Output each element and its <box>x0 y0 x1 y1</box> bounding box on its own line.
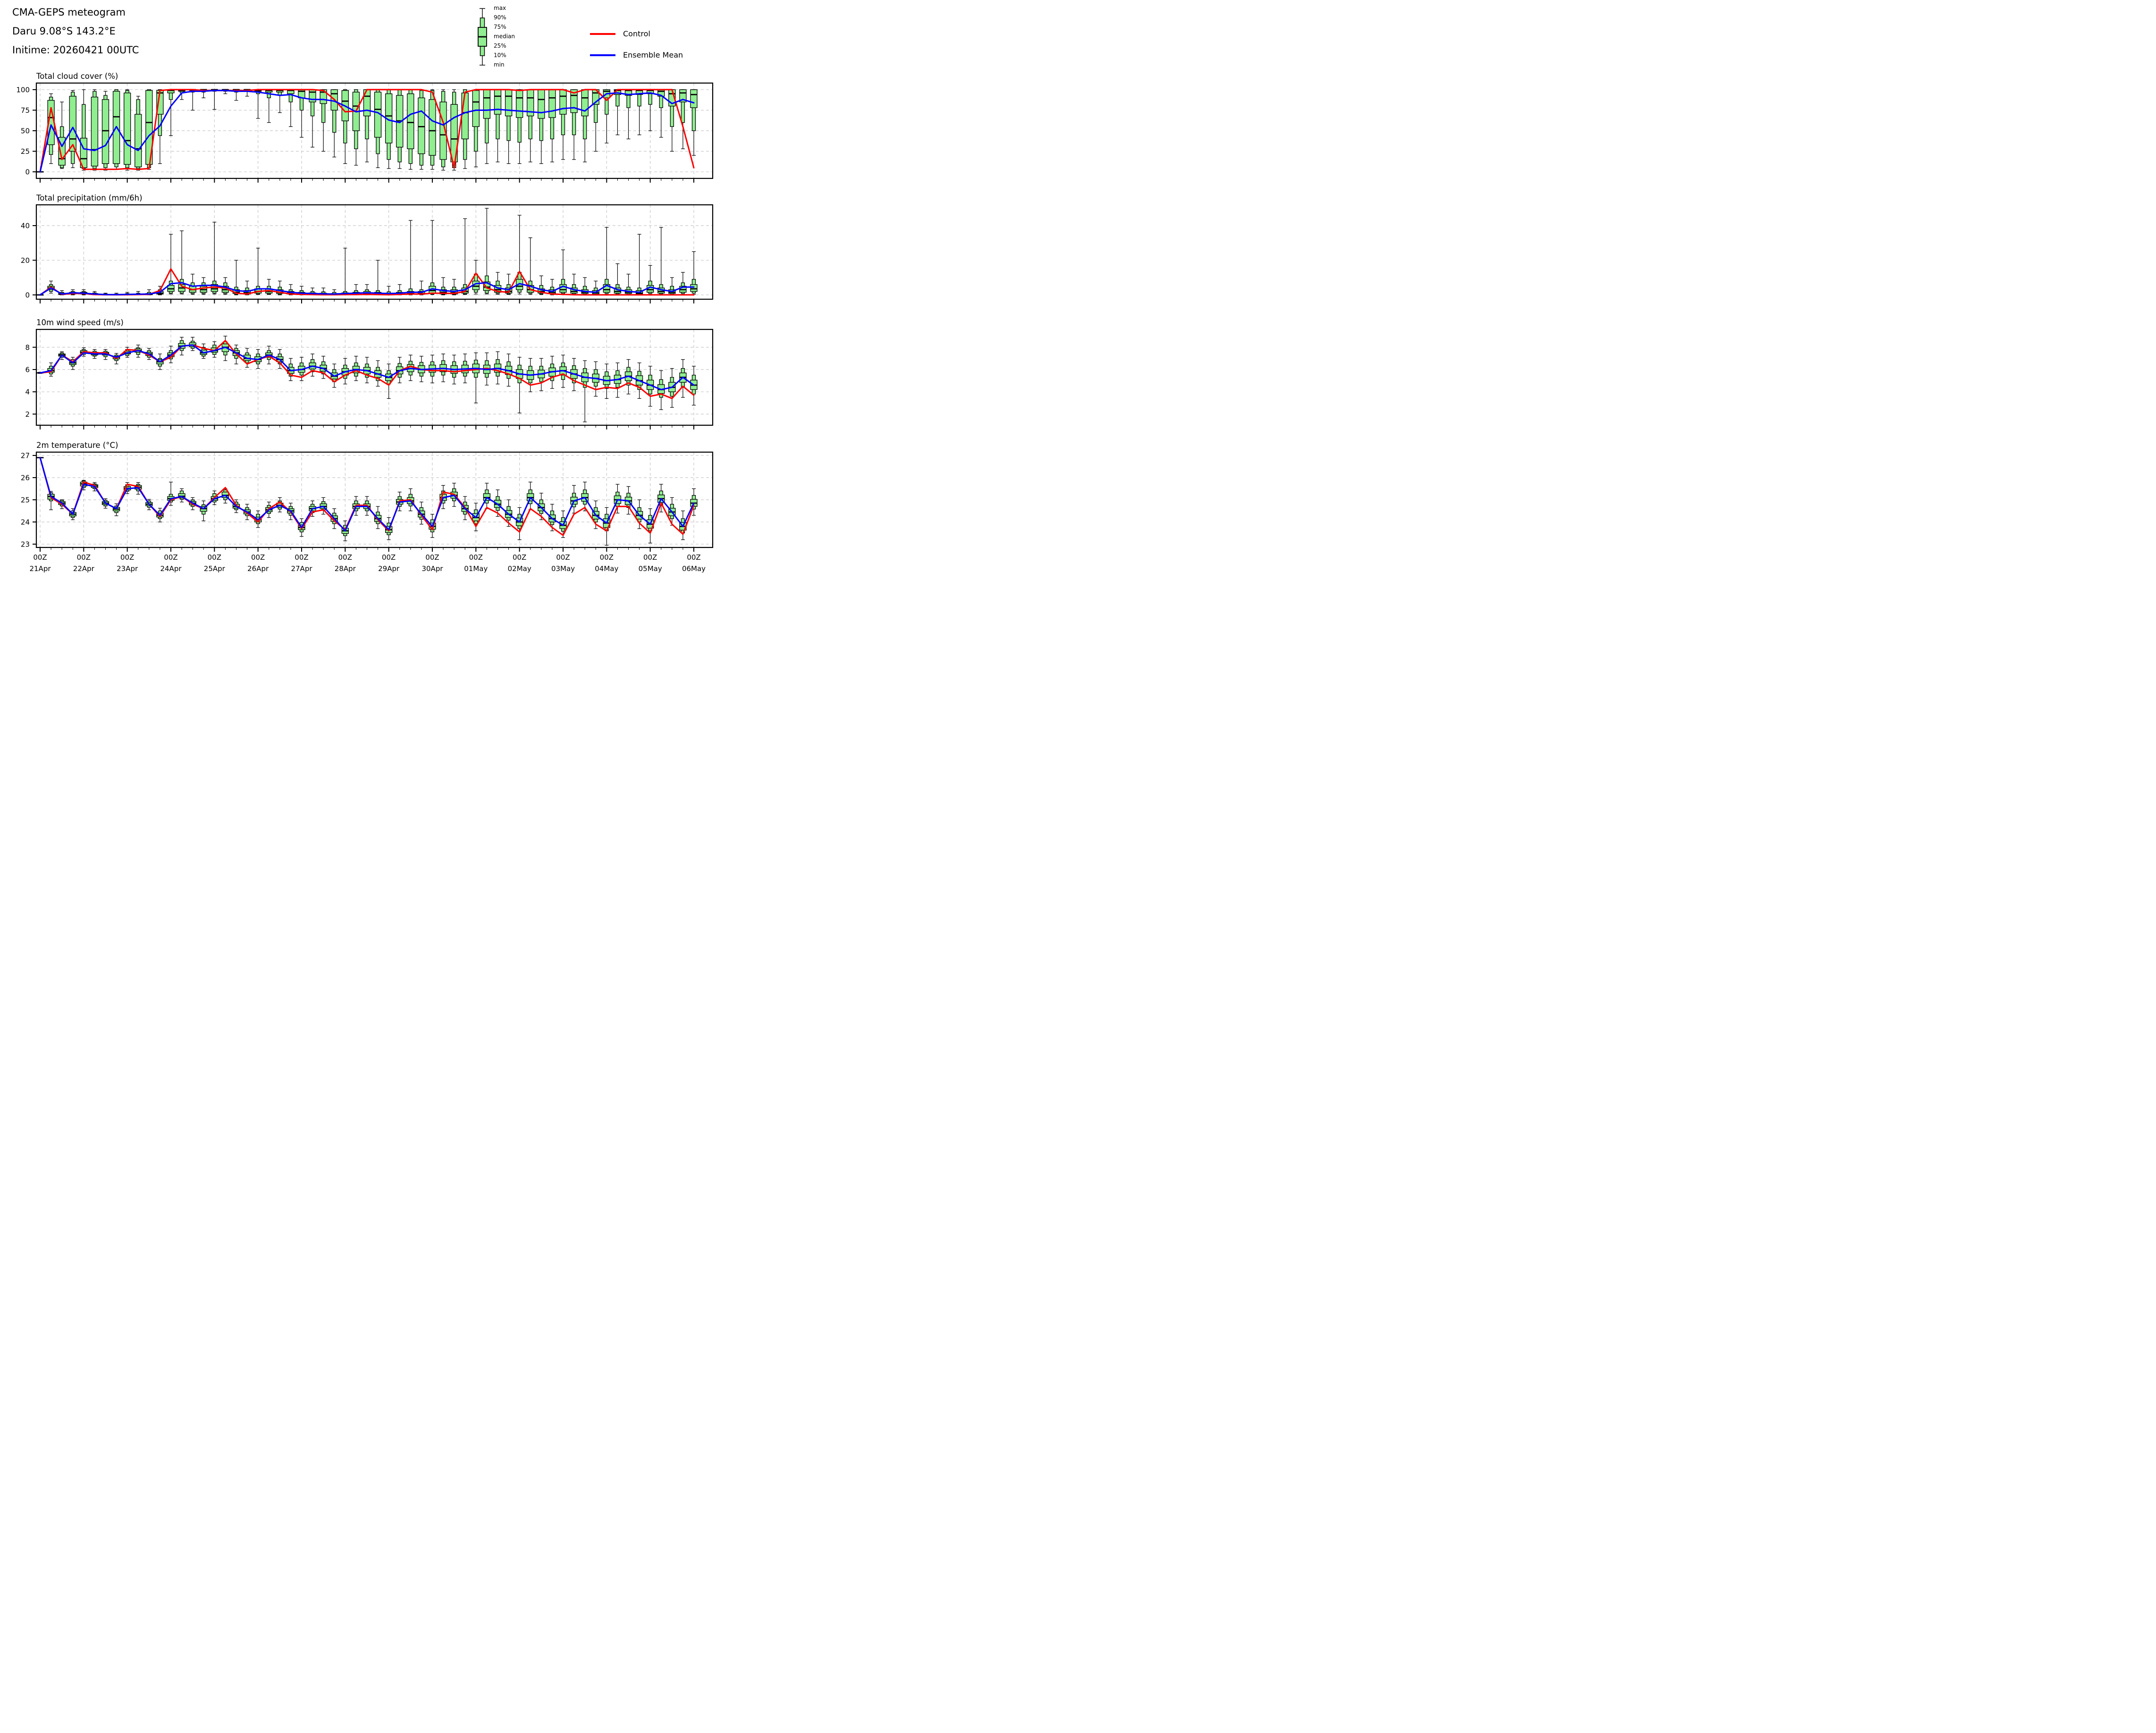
ytick-precip: 20 <box>21 256 30 265</box>
boxplot-legend: max 90% 75% median 25% 10% min <box>473 4 553 77</box>
boxplots-temp <box>37 458 697 546</box>
panel-wind: 2 4 6 8 10m wind speed (m/s) <box>25 318 713 429</box>
meteogram-figure: 0 25 50 75 100 Total cloud cover (%) 0 20 40 Tota… <box>0 0 719 578</box>
ytick-temp: 25 <box>21 496 30 505</box>
legend-label-10: 10% <box>494 52 506 59</box>
xtick-hour: 00Z <box>600 553 614 562</box>
x-axis-labels: 00Z 21Apr 00Z 22Apr 00Z 23Apr 00Z 24Apr 00Z 25Apr… <box>29 553 706 573</box>
ensemble-line-swatch <box>590 54 615 56</box>
ytick-wind: 2 <box>25 410 30 419</box>
xtick-day: 06May <box>682 564 706 573</box>
ytick-wind: 8 <box>25 343 30 352</box>
ytick-precip: 40 <box>21 222 30 230</box>
location-subtitle: Daru 9.08°S 143.2°E <box>12 25 116 37</box>
xtick-day: 04May <box>595 564 618 573</box>
xtick-day: 01May <box>464 564 488 573</box>
control-legend-label: Control <box>623 29 650 38</box>
legend-label-min: min <box>494 62 505 68</box>
ytick-temp: 24 <box>21 518 30 526</box>
xtick-hour: 00Z <box>120 553 134 562</box>
xtick-day: 29Apr <box>378 564 400 573</box>
xtick-day: 26Apr <box>247 564 269 573</box>
panel-title-precip: Total precipitation (mm/6h) <box>36 193 143 202</box>
panel-title-cloud: Total cloud cover (%) <box>36 72 118 81</box>
xtick-hour: 00Z <box>338 553 352 562</box>
xtick-hour: 00Z <box>643 553 657 562</box>
legend-label-median: median <box>494 34 515 40</box>
xtick-day: 21Apr <box>29 564 51 573</box>
xtick-day: 22Apr <box>73 564 95 573</box>
panel-cloud: 0 25 50 75 100 Total cloud cover (%) <box>16 72 713 183</box>
control-legend-entry: Control <box>590 29 650 38</box>
xtick-day: 02May <box>508 564 531 573</box>
ytick-wind: 6 <box>25 365 30 374</box>
xtick-day: 05May <box>639 564 662 573</box>
boxplot-legend-icon <box>473 4 492 75</box>
xtick-day: 28Apr <box>335 564 356 573</box>
ensemble-legend-entry: Ensemble Mean <box>590 50 683 59</box>
xtick-hour: 00Z <box>382 553 396 562</box>
inittime-subtitle: Initime: 20260421 00UTC <box>12 44 139 56</box>
ytick-temp: 27 <box>21 452 30 460</box>
ytick-cloud: 50 <box>21 127 30 135</box>
xtick-hour: 00Z <box>33 553 47 562</box>
legend-label-25: 25% <box>494 43 506 49</box>
meteogram-chart: 0 25 50 75 100 Total cloud cover (%) 0 20 40 Tota… <box>0 0 719 578</box>
xtick-hour: 00Z <box>469 553 483 562</box>
xtick-hour: 00Z <box>208 553 221 562</box>
ytick-wind: 4 <box>25 388 30 396</box>
xtick-day: 23Apr <box>117 564 138 573</box>
boxplots-precip <box>37 208 697 295</box>
panel-title-wind: 10m wind speed (m/s) <box>36 318 124 327</box>
ytick-temp: 23 <box>21 540 30 548</box>
xtick-hour: 00Z <box>164 553 177 562</box>
ytick-cloud: 75 <box>21 106 30 115</box>
panel-title-temp: 2m temperature (°C) <box>36 441 118 450</box>
xtick-hour: 00Z <box>425 553 439 562</box>
xtick-hour: 00Z <box>513 553 526 562</box>
panel-temp: 23 24 25 26 27 2m temperature (°C) <box>21 441 713 552</box>
panel-precip: 0 20 40 Total precipitation (mm/6h) <box>21 193 713 303</box>
xtick-day: 03May <box>551 564 575 573</box>
xtick-hour: 00Z <box>77 553 91 562</box>
ytick-cloud: 100 <box>16 85 30 94</box>
legend-label-90: 90% <box>494 15 506 21</box>
xtick-day: 24Apr <box>160 564 182 573</box>
ytick-cloud: 0 <box>25 168 30 177</box>
ytick-cloud: 25 <box>21 147 30 156</box>
legend-label-max: max <box>494 5 506 11</box>
ytick-temp: 26 <box>21 474 30 482</box>
xtick-hour: 00Z <box>251 553 265 562</box>
ytick-precip: 0 <box>25 291 30 299</box>
xtick-hour: 00Z <box>687 553 700 562</box>
xtick-hour: 00Z <box>295 553 308 562</box>
xtick-day: 27Apr <box>291 564 312 573</box>
xtick-hour: 00Z <box>556 553 570 562</box>
control-line-swatch <box>590 33 615 35</box>
page-title: CMA-GEPS meteogram <box>12 7 126 18</box>
xtick-day: 30Apr <box>421 564 443 573</box>
ensemble-legend-label: Ensemble Mean <box>623 50 683 59</box>
legend-label-75: 75% <box>494 24 506 30</box>
xtick-day: 25Apr <box>204 564 226 573</box>
